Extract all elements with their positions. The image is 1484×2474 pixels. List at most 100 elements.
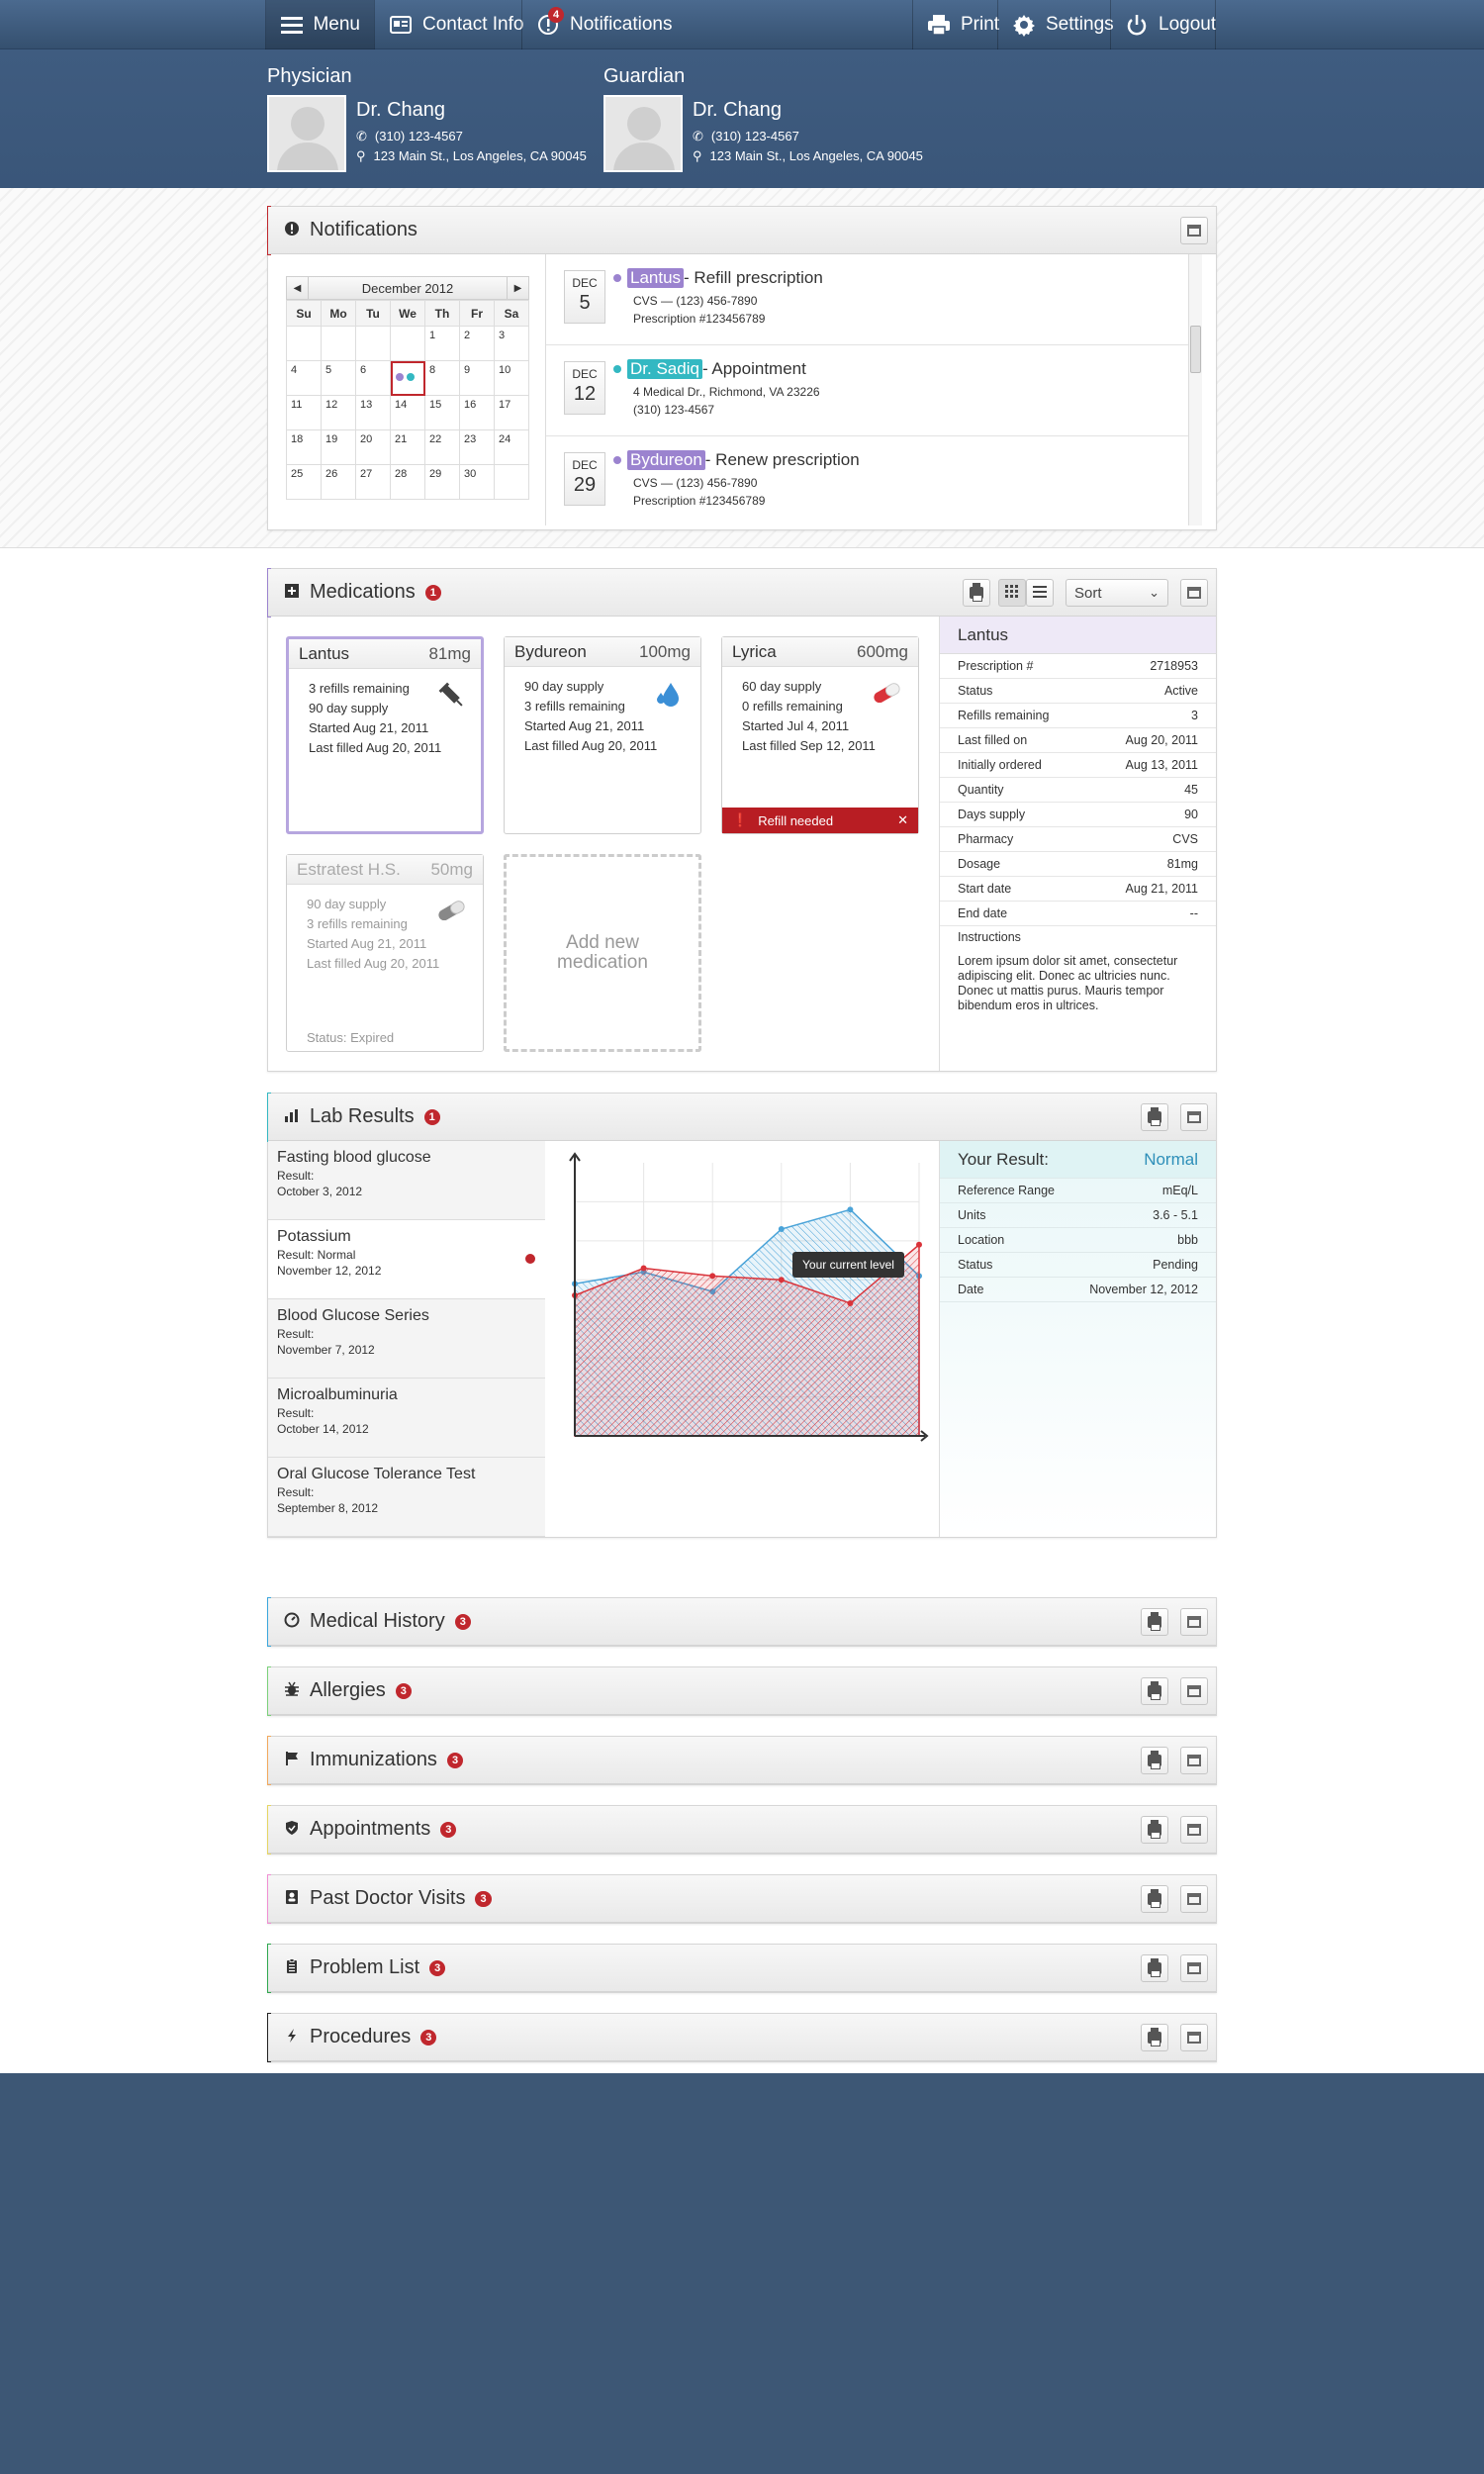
problem-list-panel-header[interactable]: Problem List 3: [268, 1945, 1216, 1992]
print-button[interactable]: [1141, 1954, 1168, 1982]
physician-phone[interactable]: (310) 123-4567: [375, 129, 463, 144]
notification-item[interactable]: DEC 12 Dr. Sadiq - Appointment 4 Medical …: [546, 345, 1202, 436]
calendar-day[interactable]: [356, 327, 391, 361]
notifications-button[interactable]: 4 Notifications: [522, 0, 687, 49]
print-button[interactable]: [963, 579, 990, 607]
grid-view-button[interactable]: [998, 579, 1026, 607]
calendar-day[interactable]: 18: [287, 430, 322, 465]
notifications-panel-header[interactable]: Notifications: [268, 207, 1216, 254]
calendar-day[interactable]: 19: [322, 430, 356, 465]
add-medication-button[interactable]: Add new medication: [504, 854, 701, 1052]
collapse-button[interactable]: [1180, 1103, 1208, 1131]
collapse-button[interactable]: [1180, 579, 1208, 607]
medication-card-bydureon[interactable]: Bydureon 100mg 90 day supply 3 refills rem…: [504, 636, 701, 834]
calendar-day[interactable]: 6: [356, 361, 391, 396]
print-button[interactable]: [1141, 1608, 1168, 1636]
menu-button[interactable]: Menu: [266, 0, 374, 49]
expand-button[interactable]: [1180, 1608, 1208, 1636]
calendar-day[interactable]: 9: [460, 361, 495, 396]
refill-alert[interactable]: ❗ Refill needed ✕: [722, 808, 918, 833]
calendar-day[interactable]: 22: [425, 430, 460, 465]
prev-month-button[interactable]: ◀: [287, 277, 309, 299]
lab-list-item[interactable]: Microalbuminuria Result: October 14, 2012: [268, 1379, 545, 1458]
calendar-day[interactable]: 28: [391, 465, 425, 500]
refill-alert-text: Refill needed: [758, 812, 834, 828]
expand-button[interactable]: [1180, 1747, 1208, 1774]
calendar-day[interactable]: 10: [495, 361, 529, 396]
calendar-day[interactable]: 27: [356, 465, 391, 500]
calendar-day[interactable]: 26: [322, 465, 356, 500]
print-button[interactable]: [1141, 1816, 1168, 1844]
calendar-day[interactable]: 13: [356, 396, 391, 430]
calendar-day[interactable]: 24: [495, 430, 529, 465]
procedures-panel-header[interactable]: Procedures 3: [268, 2014, 1216, 2061]
data-point: [709, 1273, 716, 1280]
notification-tag[interactable]: Bydureon: [627, 450, 705, 470]
logout-button[interactable]: Logout: [1111, 0, 1230, 49]
expand-button[interactable]: [1180, 1677, 1208, 1705]
lab-list-item[interactable]: Oral Glucose Tolerance Test Result: Septem…: [268, 1458, 545, 1537]
expand-button[interactable]: [1180, 1816, 1208, 1844]
result-row: Status Pending: [940, 1253, 1216, 1278]
print-button[interactable]: [1141, 1677, 1168, 1705]
calendar-day[interactable]: [287, 327, 322, 361]
calendar-day[interactable]: 12: [322, 396, 356, 430]
expand-button[interactable]: [1180, 2024, 1208, 2051]
calendar-day[interactable]: 25: [287, 465, 322, 500]
expand-button[interactable]: [1180, 1954, 1208, 1982]
notification-item[interactable]: DEC 29 Bydureon - Renew prescription CVS …: [546, 436, 1202, 525]
medication-card-lantus[interactable]: Lantus 81mg 3 refills remaining 90 day sup…: [286, 636, 484, 834]
lab-list-item[interactable]: Fasting blood glucose Result: October 3, 2…: [268, 1141, 545, 1220]
calendar-day[interactable]: 20: [356, 430, 391, 465]
calendar-day[interactable]: 23: [460, 430, 495, 465]
calendar-day[interactable]: 15: [425, 396, 460, 430]
calendar-day[interactable]: 17: [495, 396, 529, 430]
calendar-day[interactable]: [322, 327, 356, 361]
calendar-day[interactable]: 16: [460, 396, 495, 430]
close-icon[interactable]: ✕: [897, 812, 908, 828]
medical-history-panel-header[interactable]: Medical History 3: [268, 1598, 1216, 1646]
medication-card-lyrica[interactable]: Lyrica 600mg 60 day supply 0 refills remai…: [721, 636, 919, 834]
calendar-day[interactable]: [391, 361, 425, 396]
calendar-day[interactable]: 5: [322, 361, 356, 396]
notification-scrollbar[interactable]: [1188, 254, 1202, 525]
print-button[interactable]: [1141, 1747, 1168, 1774]
medication-card-estratest[interactable]: Estratest H.S. 50mg 90 day supply 3 refill…: [286, 854, 484, 1052]
calendar-day[interactable]: [495, 465, 529, 500]
notification-line: Prescription #123456789: [633, 494, 766, 508]
appointments-panel-header[interactable]: Appointments 3: [268, 1806, 1216, 1854]
past-doctor-visits-panel-header[interactable]: Past Doctor Visits 3: [268, 1875, 1216, 1923]
calendar-day[interactable]: [391, 327, 425, 361]
calendar-day[interactable]: 2: [460, 327, 495, 361]
medications-panel-header[interactable]: Medications 1 Sort ⌄: [268, 569, 1216, 617]
print-button[interactable]: [1141, 1885, 1168, 1913]
calendar-day[interactable]: 3: [495, 327, 529, 361]
calendar-day[interactable]: 4: [287, 361, 322, 396]
calendar-day[interactable]: 14: [391, 396, 425, 430]
immunizations-panel-header[interactable]: Immunizations 3: [268, 1737, 1216, 1784]
guardian-card: Guardian Dr. Chang ✆ (310) 123-4567 ⚲ 123 …: [603, 65, 923, 172]
sort-dropdown[interactable]: Sort ⌄: [1066, 579, 1168, 607]
expand-button[interactable]: [1180, 1885, 1208, 1913]
notification-item[interactable]: DEC 5 Lantus - Refill prescription CVS — …: [546, 254, 1202, 345]
notification-tag[interactable]: Lantus: [627, 268, 685, 288]
print-button[interactable]: [1141, 1103, 1168, 1131]
calendar-day[interactable]: 30: [460, 465, 495, 500]
lab-list-item[interactable]: Blood Glucose Series Result: November 7, 2…: [268, 1299, 545, 1379]
lab-list-item[interactable]: Potassium Result: Normal November 12, 2012: [268, 1220, 545, 1299]
calendar-day[interactable]: 8: [425, 361, 460, 396]
calendar-day[interactable]: 1: [425, 327, 460, 361]
allergies-panel-header[interactable]: Allergies 3: [268, 1667, 1216, 1715]
print-button[interactable]: [1141, 2024, 1168, 2051]
next-month-button[interactable]: ▶: [507, 277, 528, 299]
calendar-day[interactable]: 21: [391, 430, 425, 465]
contact-info-button[interactable]: Contact Info: [375, 0, 537, 49]
collapse-button[interactable]: [1180, 217, 1208, 244]
notification-tag[interactable]: Dr. Sadiq: [627, 359, 702, 379]
guardian-phone[interactable]: (310) 123-4567: [711, 129, 799, 144]
settings-button[interactable]: Settings: [998, 0, 1128, 49]
lab-results-panel-header[interactable]: Lab Results 1: [268, 1094, 1216, 1141]
calendar-day[interactable]: 29: [425, 465, 460, 500]
calendar-day[interactable]: 11: [287, 396, 322, 430]
list-view-button[interactable]: [1026, 579, 1054, 607]
